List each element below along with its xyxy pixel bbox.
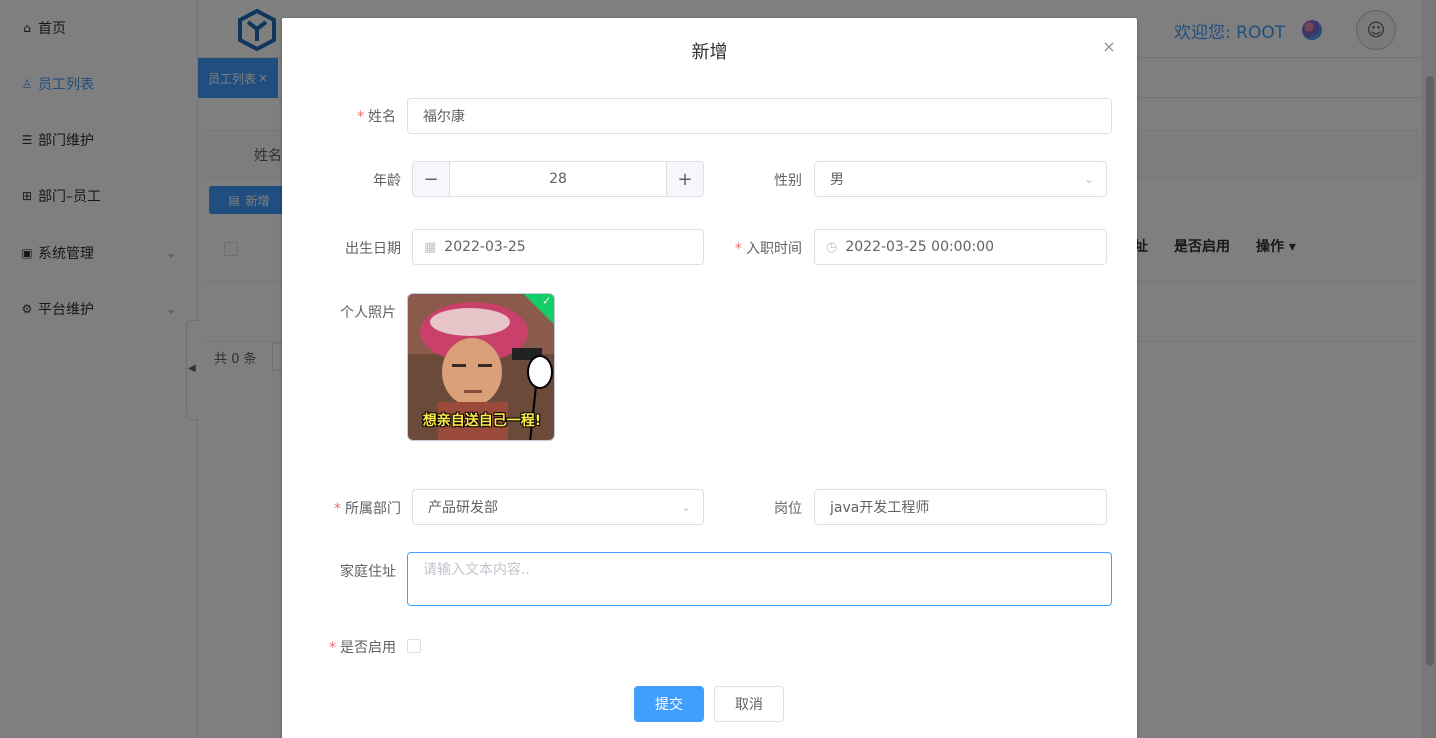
department-label: * 所属部门 (334, 501, 401, 517)
age-stepper[interactable]: − 28 + (412, 161, 704, 197)
gender-label: 性别 (774, 173, 802, 189)
hire-time-datepicker[interactable]: ◷ 2022-03-25 00:00:00 (814, 229, 1107, 265)
age-value[interactable]: 28 (450, 162, 666, 196)
department-value: 产品研发部 (428, 500, 498, 516)
gender-value: 男 (830, 172, 844, 188)
position-input[interactable]: java开发工程师 (814, 489, 1107, 525)
increase-button[interactable]: + (666, 162, 703, 196)
photo-caption: 想亲自送自己一程! (422, 413, 542, 429)
birthday-value: 2022-03-25 (444, 239, 526, 255)
hire-time-label: * 入职时间 (735, 241, 802, 257)
address-textarea[interactable]: 请输入文本内容.. (407, 552, 1112, 606)
dialog-title: 新增 (691, 42, 728, 63)
submit-button[interactable]: 提交 (634, 686, 704, 722)
close-icon[interactable]: × (1100, 38, 1118, 56)
enabled-label: * 是否启用 (329, 640, 396, 656)
photo-label: 个人照片 (340, 305, 396, 321)
position-label: 岗位 (774, 501, 802, 517)
enabled-checkbox[interactable] (407, 639, 421, 653)
check-icon: ✓ (542, 294, 552, 308)
calendar-icon: ▦ (424, 239, 437, 255)
birthday-datepicker[interactable]: ▦ 2022-03-25 (412, 229, 704, 265)
age-label: 年龄 (373, 173, 401, 189)
position-value: java开发工程师 (830, 500, 930, 516)
add-employee-dialog: 新增 × * 姓名 福尔康 年龄 − 28 + 性别 男 ⌄ 出生日期 ▦ 202… (282, 18, 1137, 738)
cancel-button[interactable]: 取消 (714, 686, 784, 722)
name-value: 福尔康 (423, 109, 465, 125)
birthday-label: 出生日期 (345, 241, 401, 257)
gender-select[interactable]: 男 ⌄ (814, 161, 1107, 197)
address-label: 家庭住址 (340, 564, 396, 580)
address-placeholder: 请输入文本内容.. (423, 562, 530, 578)
department-select[interactable]: 产品研发部 ⌄ (412, 489, 704, 525)
clock-icon: ◷ (826, 239, 838, 255)
chevron-down-icon: ⌄ (680, 500, 691, 514)
decrease-button[interactable]: − (413, 162, 450, 196)
hire-time-value: 2022-03-25 00:00:00 (845, 239, 995, 255)
photo-upload[interactable]: 想亲自送自己一程! ✓ (407, 293, 555, 441)
name-label: * 姓名 (357, 109, 396, 125)
chevron-down-icon: ⌄ (1083, 172, 1094, 186)
name-input[interactable]: 福尔康 (407, 98, 1112, 134)
